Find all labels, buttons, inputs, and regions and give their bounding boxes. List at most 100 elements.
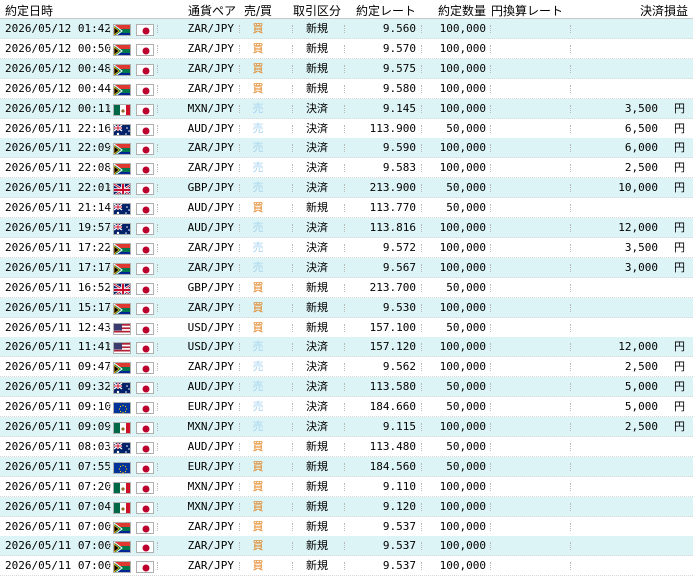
uk-flag-icon (113, 282, 131, 295)
header-date[interactable]: 約定日時 (5, 2, 53, 19)
table-row[interactable]: 2026/05/12 00:50 ZAR/JPY 買 新規 9.570 100,000 (0, 38, 693, 59)
currency-pair: MXN/JPY (187, 499, 234, 513)
japan-flag-icon (136, 422, 154, 434)
column-separator (490, 542, 491, 551)
japan-flag-icon (136, 242, 154, 255)
column-separator (490, 224, 491, 232)
currency-pair: GBP/JPY (187, 181, 234, 195)
currency-pair: ZAR/JPY (187, 360, 234, 374)
table-row[interactable]: 2026/05/11 19:57 AUD/JPY 売 決済 113.816 100,000… (0, 218, 693, 238)
trade-type: 決済 (306, 360, 328, 374)
column-separator (570, 522, 571, 531)
trade-side: 買 (252, 61, 264, 75)
execution-rate: 113.816 (369, 221, 416, 234)
column-separator (570, 104, 571, 113)
table-row[interactable]: 2026/05/11 09:32 AUD/JPY 売 決済 113.580 50,000 5… (0, 377, 693, 398)
trade-type: 決済 (306, 161, 328, 175)
table-row[interactable]: 2026/05/11 11:41 USD/JPY 売 決済 157.120 100,000… (0, 337, 693, 358)
column-separator (570, 243, 571, 252)
column-separator (157, 423, 158, 431)
currency-pair: AUD/JPY (187, 439, 234, 453)
column-separator (570, 383, 571, 392)
column-separator (490, 104, 491, 113)
column-separator (109, 562, 110, 571)
settlement-pl: 12,000 (618, 221, 658, 234)
table-row[interactable]: 2026/05/11 22:01 GBP/JPY 売 決済 213.900 50,000 1… (0, 178, 693, 199)
table-row[interactable]: 2026/05/12 00:44 ZAR/JPY 買 新規 9.580 100,000 (0, 78, 693, 99)
table-row[interactable]: 2026/05/11 17:17 ZAR/JPY 売 決済 9.567 100,000 3,… (0, 257, 693, 278)
currency-pair: ZAR/JPY (187, 240, 234, 254)
table-row[interactable]: 2026/05/11 08:03 AUD/JPY 買 新規 113.480 50,000 (0, 436, 693, 457)
table-row[interactable]: 2026/05/12 00:48 ZAR/JPY 買 新規 9.575 100,000 (0, 58, 693, 79)
column-separator (344, 243, 345, 252)
trade-side: 買 (252, 479, 264, 493)
header-qty[interactable]: 約定数量 (438, 2, 486, 19)
header-pl[interactable]: 決済損益 (640, 2, 688, 19)
header-type[interactable]: 取引区分 (293, 2, 341, 19)
column-separator (239, 303, 240, 312)
table-row[interactable]: 2026/05/11 07:00 ZAR/JPY 買 新規 9.537 100,000 (0, 516, 693, 537)
column-separator (109, 124, 110, 133)
column-separator (490, 502, 491, 511)
execution-rate: 157.100 (369, 320, 416, 334)
table-row[interactable]: 2026/05/11 22:16 AUD/JPY 売 決済 113.900 50,000 6… (0, 118, 693, 139)
yen-unit: 円 (674, 161, 685, 175)
column-separator (239, 403, 240, 412)
table-row[interactable]: 2026/05/12 00:11 MXN/JPY 売 決済 9.145 100,000 3,… (0, 98, 693, 119)
currency-pair: ZAR/JPY (187, 41, 234, 55)
column-separator (421, 383, 422, 392)
column-separator (157, 164, 158, 173)
table-row[interactable]: 2026/05/11 16:52 GBP/JPY 買 新規 213.700 50,000 (0, 277, 693, 298)
column-separator (157, 303, 158, 312)
column-separator (421, 263, 422, 272)
table-row[interactable]: 2026/05/11 09:09 MXN/JPY 売 決済 9.115 100,000 2,… (0, 417, 693, 437)
column-separator (109, 403, 110, 412)
column-separator (570, 482, 571, 491)
column-separator (157, 323, 158, 332)
column-separator (109, 44, 110, 53)
execution-quantity: 50,000 (446, 380, 486, 394)
table-row[interactable]: 2026/05/11 09:10 EUR/JPY 売 決済 184.660 50,000 5… (0, 397, 693, 418)
table-row[interactable]: 2026/05/11 17:22 ZAR/JPY 売 決済 9.572 100,000 3,… (0, 237, 693, 258)
table-row[interactable]: 2026/05/11 12:43 USD/JPY 買 新規 157.100 50,000 (0, 317, 693, 338)
table-row[interactable]: 2026/05/12 01:42 ZAR/JPY 買 新規 9.560 100,000 (0, 19, 693, 39)
column-separator (344, 64, 345, 73)
column-separator (570, 542, 571, 551)
column-separator (109, 442, 110, 451)
trade-datetime: 2026/05/11 22:08 (5, 161, 111, 175)
table-row[interactable]: 2026/05/11 21:14 AUD/JPY 買 新規 113.770 50,000 (0, 198, 693, 219)
column-separator (109, 383, 110, 392)
table-row[interactable]: 2026/05/11 07:20 MXN/JPY 買 新規 9.110 100,000 (0, 476, 693, 497)
trade-type: 新規 (306, 439, 328, 453)
column-separator (490, 184, 491, 193)
column-separator (421, 124, 422, 133)
trade-type: 新規 (306, 22, 328, 35)
header-conv[interactable]: 円換算レート (491, 2, 563, 19)
table-row[interactable]: 2026/05/11 22:08 ZAR/JPY 売 決済 9.583 100,000 2,… (0, 158, 693, 179)
table-row[interactable]: 2026/05/11 09:47 ZAR/JPY 売 決済 9.562 100,000 2,… (0, 357, 693, 378)
header-rate[interactable]: 約定レート (356, 2, 416, 19)
column-separator (157, 343, 158, 352)
table-row[interactable]: 2026/05/11 07:04 MXN/JPY 買 新規 9.120 100,000 (0, 496, 693, 517)
table-row[interactable]: 2026/05/11 07:55 EUR/JPY 買 新規 184.560 50,000 (0, 456, 693, 477)
trade-datetime: 2026/05/12 01:42 (5, 22, 111, 35)
column-separator (157, 84, 158, 93)
japan-flag-icon (136, 382, 154, 395)
execution-quantity: 100,000 (439, 41, 486, 55)
column-separator (239, 184, 240, 193)
column-separator (421, 542, 422, 551)
settlement-pl: 10,000 (618, 181, 658, 195)
currency-pair: ZAR/JPY (187, 260, 234, 274)
column-separator (157, 562, 158, 571)
table-row[interactable]: 2026/05/11 07:00 ZAR/JPY 買 新規 9.537 100,000 (0, 556, 693, 577)
table-header: 約定日時 通貨ペア 売/買 取引区分 約定レート 約定数量 円換算レート 決済損… (0, 0, 693, 19)
column-separator (421, 184, 422, 193)
table-row[interactable]: 2026/05/11 15:17 ZAR/JPY 買 新規 9.530 100,000 (0, 297, 693, 318)
header-side[interactable]: 売/買 (244, 2, 272, 19)
header-pair[interactable]: 通貨ペア (188, 2, 236, 19)
table-row[interactable]: 2026/05/11 22:09 ZAR/JPY 売 決済 9.590 100,000 6,… (0, 138, 693, 159)
trade-datetime: 2026/05/11 19:57 (5, 221, 111, 234)
currency-pair: GBP/JPY (187, 280, 234, 294)
table-row[interactable]: 2026/05/11 07:00 ZAR/JPY 買 新規 9.537 100,000 (0, 536, 693, 557)
execution-quantity: 50,000 (446, 181, 486, 195)
